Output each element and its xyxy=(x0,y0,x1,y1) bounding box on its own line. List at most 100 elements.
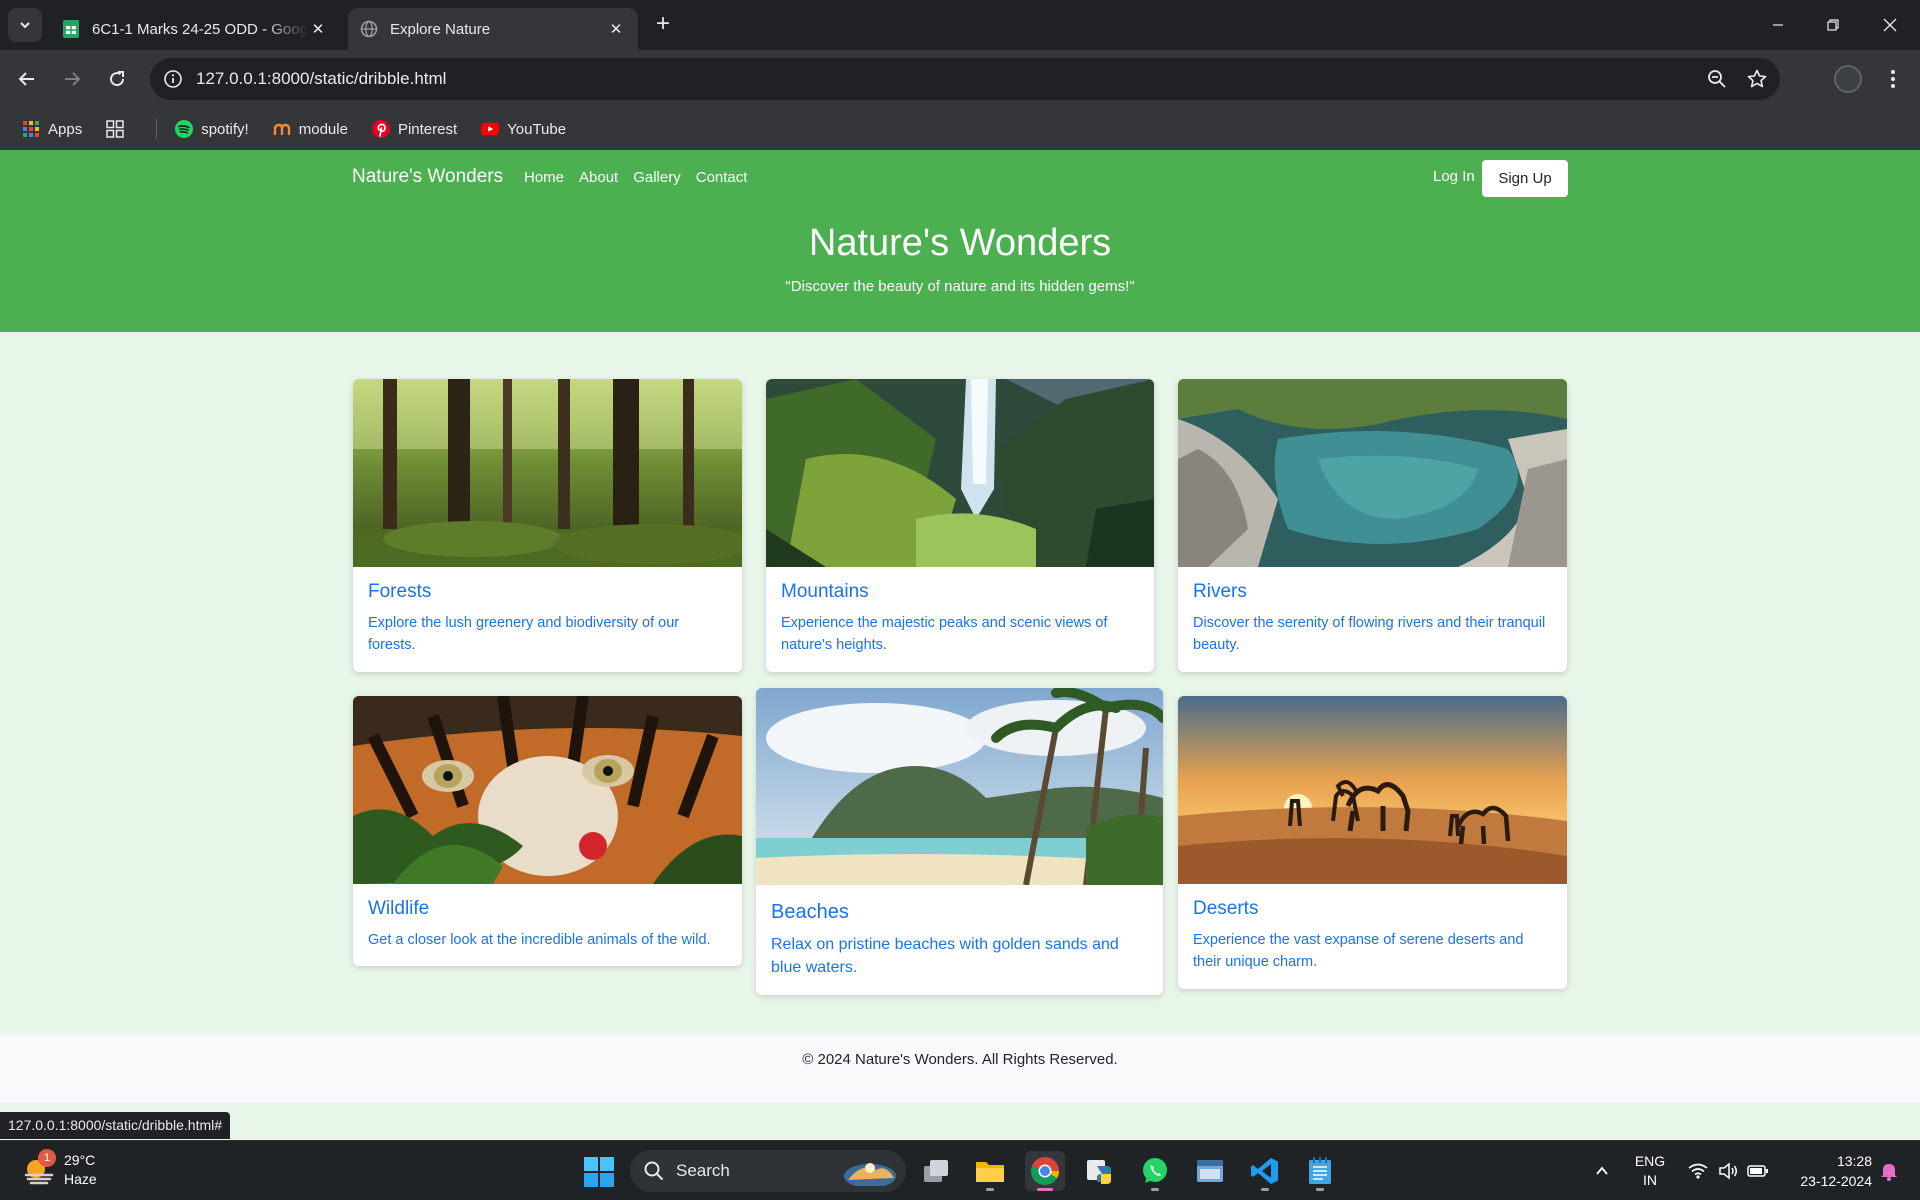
card-text: Experience the majestic peaks and scenic… xyxy=(781,615,1108,653)
back-button[interactable] xyxy=(10,62,44,96)
battery-icon[interactable] xyxy=(1743,1141,1773,1200)
taskbar-vscode[interactable] xyxy=(1245,1151,1285,1191)
close-tab-icon[interactable]: ✕ xyxy=(606,19,626,39)
volume-icon[interactable] xyxy=(1713,1141,1743,1200)
windows-icon xyxy=(584,1157,614,1187)
language-indicator[interactable]: ENG IN xyxy=(1628,1141,1672,1200)
bookmark-youtube[interactable]: YouTube xyxy=(481,120,566,138)
river-image xyxy=(1178,379,1567,567)
address-bar[interactable]: 127.0.0.1:8000/static/dribble.html xyxy=(150,58,1780,100)
tab-explore-nature[interactable]: Explore Nature ✕ xyxy=(348,8,638,50)
nav-gallery[interactable]: Gallery xyxy=(633,169,681,186)
login-link[interactable]: Log In xyxy=(1433,168,1475,185)
taskbar-file-explorer[interactable] xyxy=(970,1151,1010,1191)
card-mountains[interactable]: Mountains Experience the majestic peaks … xyxy=(766,379,1154,672)
zoom-icon[interactable] xyxy=(1700,62,1734,96)
navbar-brand[interactable]: Nature's Wonders xyxy=(352,166,503,188)
tiger-image xyxy=(353,696,742,884)
chevron-down-icon xyxy=(20,22,30,29)
nav-home[interactable]: Home xyxy=(524,169,564,186)
signup-button[interactable]: Sign Up xyxy=(1482,160,1568,197)
sheets-icon xyxy=(62,20,80,38)
bookmark-spotify[interactable]: spotify! xyxy=(175,120,249,138)
bookmark-label: Apps xyxy=(48,120,83,138)
close-tab-icon[interactable]: ✕ xyxy=(308,19,328,39)
bookmark-apps[interactable]: Apps xyxy=(22,120,82,138)
browser-menu-icon[interactable] xyxy=(1878,62,1908,96)
clock[interactable]: 13:28 23-12-2024 xyxy=(1782,1141,1872,1200)
taskbar-python[interactable] xyxy=(1080,1151,1120,1191)
nav-contact[interactable]: Contact xyxy=(696,169,748,186)
weather-badge: 1 xyxy=(38,1149,56,1167)
tray-overflow-icon[interactable] xyxy=(1590,1141,1614,1200)
taskbar-chrome[interactable] xyxy=(1025,1151,1065,1191)
bookmark-label: YouTube xyxy=(507,120,567,138)
browser-toolbar: 127.0.0.1:8000/static/dribble.html xyxy=(0,50,1920,108)
card-wildlife[interactable]: Wildlife Get a closer look at the incred… xyxy=(353,696,742,966)
region-code: IN xyxy=(1643,1172,1657,1188)
restore-icon xyxy=(1827,19,1839,31)
card-title[interactable]: Beaches xyxy=(771,901,849,924)
notepad-icon xyxy=(1309,1157,1331,1184)
bookmark-divider xyxy=(156,119,158,139)
bookmark-pinterest[interactable]: Pinterest xyxy=(371,120,457,138)
nav-about[interactable]: About xyxy=(579,169,618,186)
beach-image xyxy=(756,688,1163,886)
card-title[interactable]: Rivers xyxy=(1193,581,1247,603)
card-forests[interactable]: Forests Explore the lush greenery and bi… xyxy=(353,379,742,672)
minimize-button[interactable] xyxy=(1758,10,1798,40)
taskbar: 1 29°C Haze Search ENG IN 13:28 23-12-20… xyxy=(0,1140,1920,1200)
bookmark-label: module xyxy=(298,120,348,138)
bookmark-star-icon[interactable] xyxy=(1740,62,1774,96)
weather-condition: Haze xyxy=(64,1171,97,1187)
restore-button[interactable] xyxy=(1813,10,1853,40)
tab-search-button[interactable] xyxy=(8,8,42,42)
wifi-icon[interactable] xyxy=(1683,1141,1713,1200)
module-icon xyxy=(273,120,291,138)
card-title[interactable]: Wildlife xyxy=(368,898,429,920)
new-tab-button[interactable]: + xyxy=(650,12,676,38)
desert-image xyxy=(1178,696,1567,884)
main-nav: Home About Gallery Contact xyxy=(524,169,747,186)
search-highlight-icon xyxy=(844,1163,896,1186)
profile-avatar[interactable] xyxy=(1834,65,1862,93)
bookmark-module[interactable]: module xyxy=(273,120,348,138)
task-view-icon xyxy=(924,1160,948,1182)
terminal-window-icon xyxy=(1197,1160,1223,1182)
weather-haze-icon: 1 xyxy=(22,1149,56,1187)
start-button[interactable] xyxy=(582,1155,616,1189)
taskbar-search[interactable]: Search xyxy=(630,1150,906,1192)
card-title[interactable]: Deserts xyxy=(1193,898,1258,920)
vscode-icon xyxy=(1251,1158,1278,1184)
card-text: Discover the serenity of flowing rivers … xyxy=(1193,615,1546,653)
taskbar-task-view[interactable] xyxy=(916,1151,956,1191)
taskbar-terminal[interactable] xyxy=(1190,1151,1230,1191)
arrow-right-icon xyxy=(65,72,81,86)
weather-widget[interactable]: 1 29°C Haze xyxy=(22,1149,97,1189)
globe-icon xyxy=(360,20,378,38)
close-window-button[interactable] xyxy=(1870,10,1910,40)
youtube-icon xyxy=(481,120,500,138)
arrow-left-icon xyxy=(18,72,34,86)
spotify-icon xyxy=(175,120,194,138)
reload-button[interactable] xyxy=(100,62,134,96)
search-placeholder: Search xyxy=(676,1161,730,1180)
notification-bell-icon[interactable] xyxy=(1874,1141,1904,1200)
card-text: Relax on pristine beaches with golden sa… xyxy=(771,936,1119,976)
card-title[interactable]: Mountains xyxy=(781,581,869,603)
pinterest-icon xyxy=(371,120,390,138)
forward-button[interactable] xyxy=(55,62,89,96)
page-footer: © 2024 Nature's Wonders. All Rights Rese… xyxy=(0,1035,1920,1103)
taskbar-whatsapp[interactable] xyxy=(1135,1151,1175,1191)
card-deserts[interactable]: Deserts Experience the vast expanse of s… xyxy=(1178,696,1567,989)
clock-date: 23-12-2024 xyxy=(1800,1173,1872,1189)
card-beaches[interactable]: Beaches Relax on pristine beaches with g… xyxy=(756,688,1163,995)
tab-sheets[interactable]: 6C1-1 Marks 24-25 ODD - Google Sheets ✕ xyxy=(50,8,340,50)
chrome-icon xyxy=(1031,1157,1059,1185)
python-icon xyxy=(1087,1160,1111,1184)
tab-groups-button[interactable] xyxy=(106,120,132,138)
card-title[interactable]: Forests xyxy=(368,581,431,603)
card-rivers[interactable]: Rivers Discover the serenity of flowing … xyxy=(1178,379,1567,672)
taskbar-notepad[interactable] xyxy=(1300,1151,1340,1191)
site-info-icon[interactable] xyxy=(162,68,184,90)
